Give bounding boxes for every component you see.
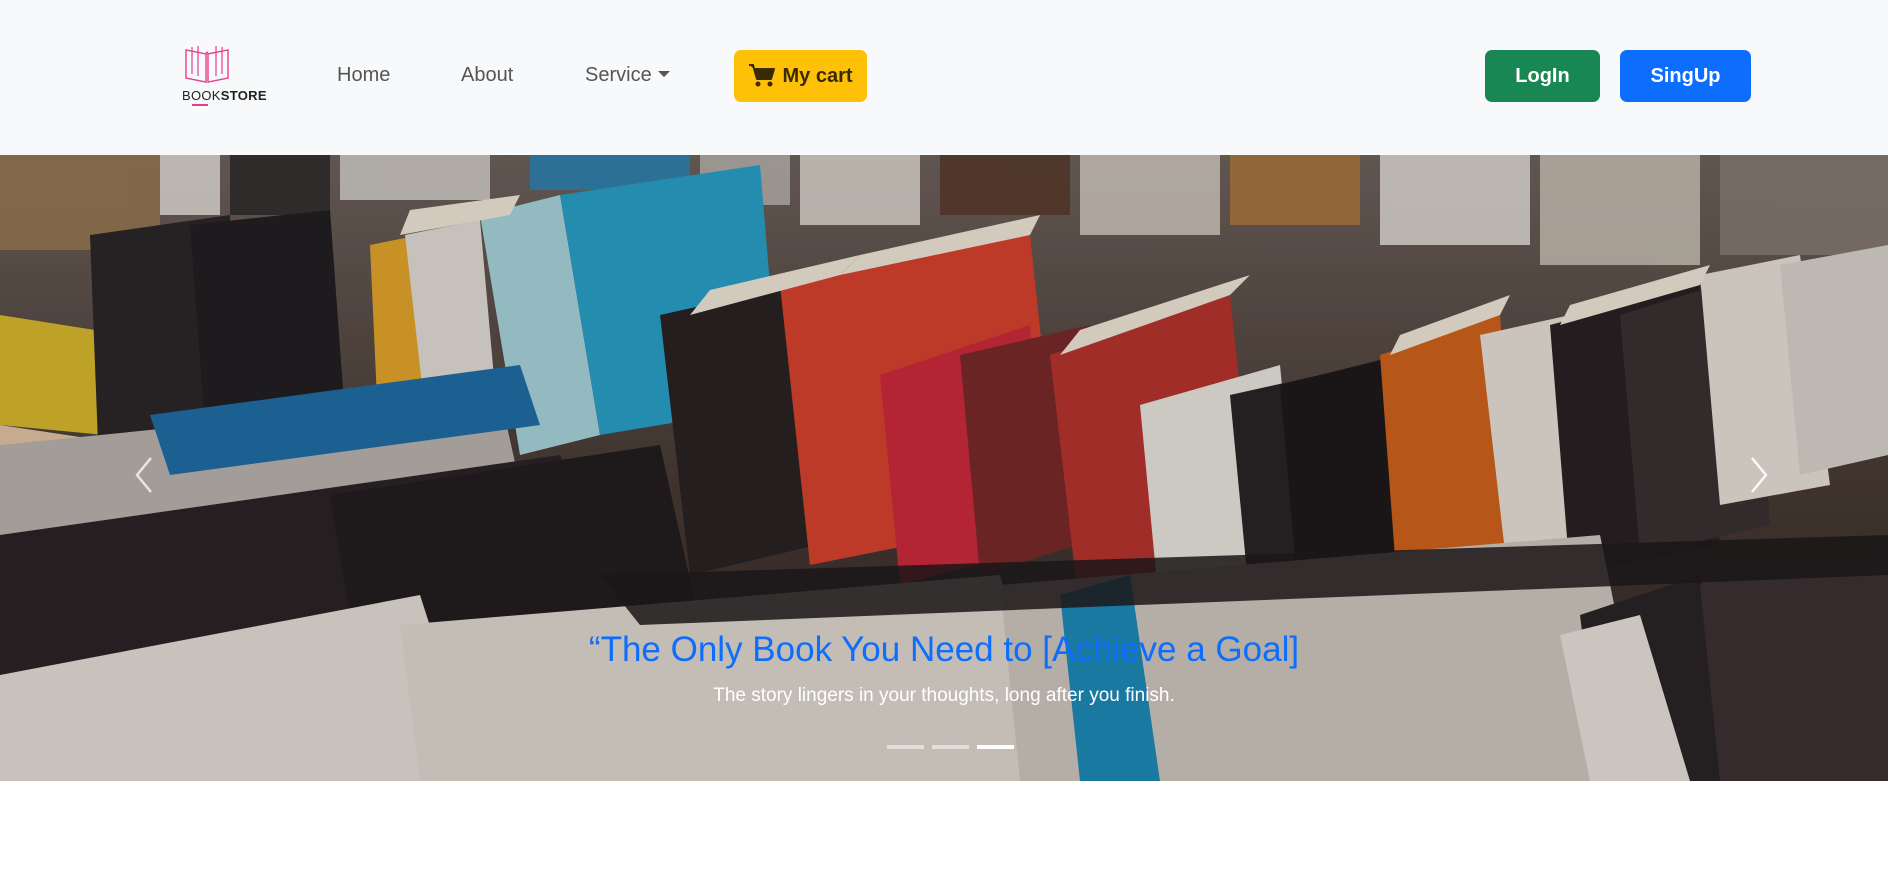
carousel-caption-text: The story lingers in your thoughts, long…: [713, 685, 1175, 706]
nav-link-home[interactable]: Home: [337, 64, 390, 87]
navbar: BOOKSTORE Home About Service My cart Log…: [0, 0, 1888, 155]
carousel-indicator-3[interactable]: [977, 745, 1014, 749]
my-cart-label: My cart: [782, 64, 853, 87]
cart-icon: [749, 64, 776, 87]
caret-down-icon: [657, 71, 670, 77]
logo-text: BOOKSTORE: [182, 88, 267, 103]
chevron-left-icon: [135, 457, 152, 493]
login-button[interactable]: LogIn: [1485, 50, 1600, 102]
logo-underline: [192, 104, 208, 106]
carousel-indicator-2[interactable]: [932, 745, 969, 749]
carousel-indicator-1[interactable]: [887, 745, 924, 749]
nav-link-about[interactable]: About: [461, 64, 513, 87]
nav-service-label: Service: [585, 64, 652, 86]
signup-button[interactable]: SingUp: [1620, 50, 1751, 102]
hero-carousel: “The Only Book You Need to [Achieve a Go…: [0, 155, 1888, 781]
carousel-caption-title: “The Only Book You Need to [Achieve a Go…: [588, 630, 1300, 669]
carousel-next-button[interactable]: [1738, 450, 1778, 500]
book-logo-icon: [185, 46, 229, 83]
my-cart-button[interactable]: My cart: [734, 50, 867, 102]
chevron-right-icon: [1751, 457, 1768, 493]
carousel-prev-button[interactable]: [125, 450, 165, 500]
carousel-indicators: [887, 745, 1014, 749]
nav-dropdown-service[interactable]: Service: [585, 64, 670, 87]
bookstore-logo[interactable]: BOOKSTORE: [182, 44, 267, 108]
